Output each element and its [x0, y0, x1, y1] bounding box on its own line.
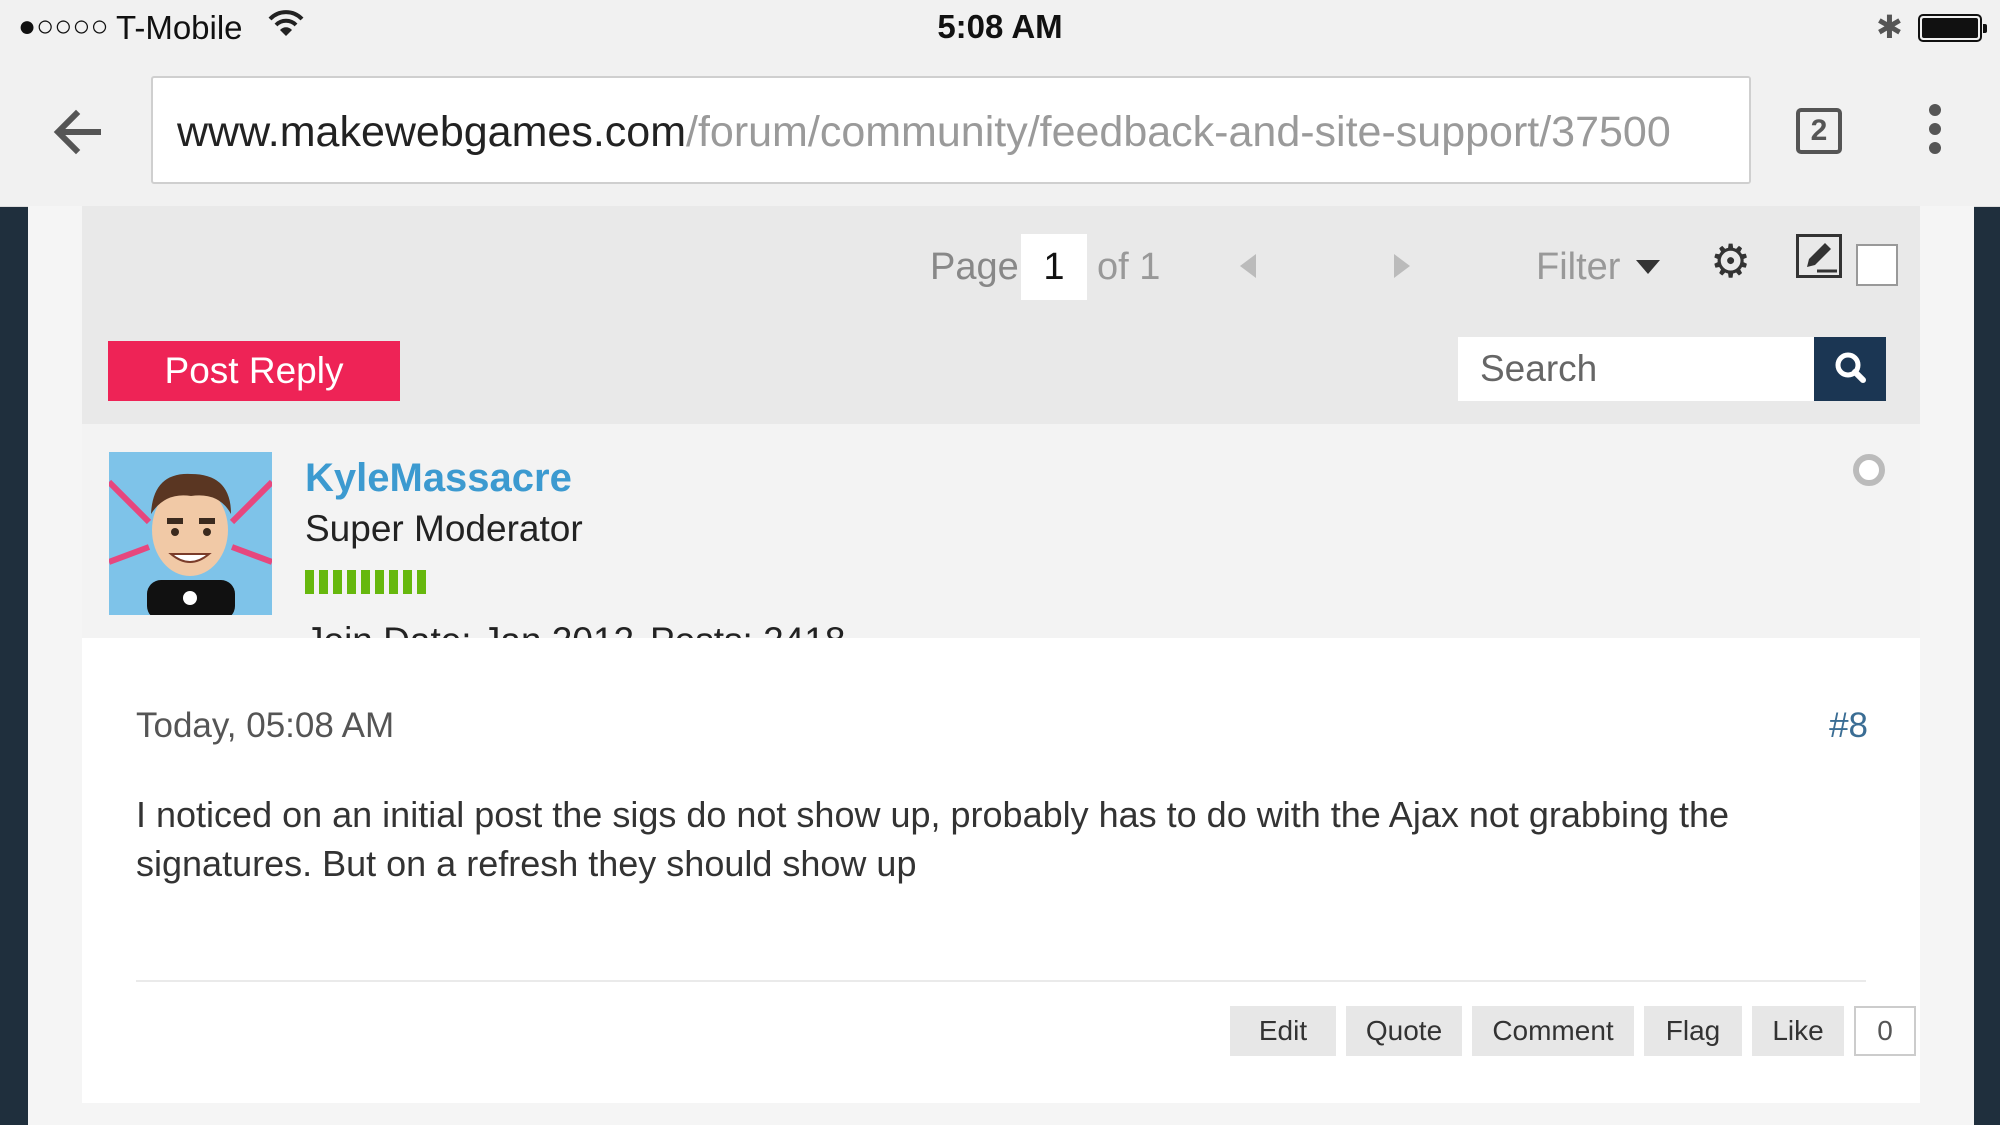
user-title: Super Moderator	[305, 508, 583, 549]
clock: 5:08 AM	[937, 8, 1063, 45]
edit-icon[interactable]	[1796, 234, 1842, 278]
gear-icon[interactable]: ⚙	[1710, 238, 1751, 284]
battery-icon	[1918, 14, 1987, 42]
post-date: Today, 05:08 AM	[136, 706, 395, 745]
search-input[interactable]: Search	[1458, 337, 1814, 401]
page-total-label: of 1	[1097, 246, 1161, 288]
edit-button[interactable]: Edit	[1230, 1006, 1336, 1056]
flag-button[interactable]: Flag	[1644, 1006, 1742, 1056]
address-bar[interactable]: www.makewebgames.com/forum/community/fee…	[151, 76, 1751, 184]
search-placeholder: Search	[1480, 348, 1598, 389]
thread-toolbar: Page 1 of 1 Filter ⚙ Post Reply Search	[82, 206, 1920, 424]
url-domain: www.makewebgames.com	[177, 108, 687, 156]
like-count: 0	[1854, 1006, 1916, 1056]
forum-page: Page 1 of 1 Filter ⚙ Post Reply Search K…	[28, 206, 1974, 1125]
reputation-bar	[305, 570, 431, 594]
back-arrow-icon[interactable]	[48, 102, 108, 162]
online-status-icon	[1853, 454, 1885, 486]
tabs-icon[interactable]: 2	[1796, 108, 1842, 154]
next-page-icon[interactable]	[1394, 254, 1410, 278]
post-message: I noticed on an initial post the sigs do…	[136, 794, 1730, 884]
filter-dropdown[interactable]: Filter	[1536, 246, 1620, 289]
comment-button[interactable]: Comment	[1472, 1006, 1634, 1056]
page-label: Page	[930, 246, 1019, 288]
divider	[136, 980, 1866, 982]
post-author-header: KyleMassacre Super Moderator Join Date: …	[82, 424, 1920, 661]
username-link[interactable]: KyleMassacre	[305, 456, 572, 501]
url-text: www.makewebgames.com/forum/community/fee…	[177, 108, 1671, 157]
search-button[interactable]	[1814, 337, 1886, 401]
post-content: Today, 05:08 AM #8 I noticed on an initi…	[82, 638, 1920, 1103]
status-bar: ●○○○○ T-Mobile 5:08 AM ✱	[0, 0, 2000, 58]
pagination: Page 1 of 1 Filter ⚙	[82, 230, 1920, 300]
caret-down-icon[interactable]	[1636, 260, 1660, 274]
page-number-input[interactable]: 1	[1021, 234, 1087, 300]
bluetooth-icon: ✱	[1876, 9, 1903, 45]
post-reply-button[interactable]: Post Reply	[108, 341, 400, 401]
url-path: /forum/community/feedback-and-site-suppo…	[686, 108, 1671, 156]
overflow-menu-icon[interactable]	[1920, 104, 1950, 160]
quote-button[interactable]: Quote	[1346, 1006, 1462, 1056]
previous-page-icon[interactable]	[1240, 254, 1256, 278]
select-checkbox[interactable]	[1856, 244, 1898, 286]
like-button[interactable]: Like	[1752, 1006, 1844, 1056]
avatar[interactable]	[109, 452, 272, 615]
search-icon	[1835, 352, 1866, 383]
post-actions: Edit Quote Comment Flag Like 0	[82, 1006, 1920, 1056]
post-permalink[interactable]: #8	[1829, 706, 1868, 746]
browser-toolbar: www.makewebgames.com/forum/community/fee…	[0, 58, 2000, 207]
